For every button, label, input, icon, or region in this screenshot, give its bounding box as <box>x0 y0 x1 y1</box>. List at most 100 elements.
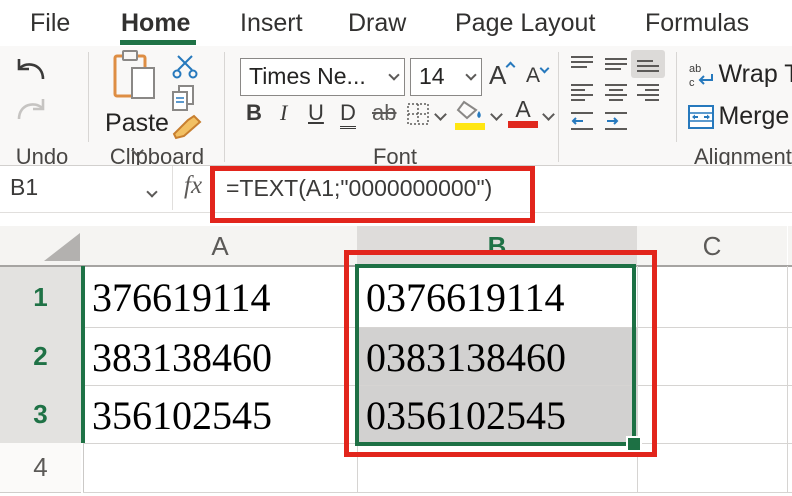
tab-draw[interactable]: Draw <box>348 9 406 38</box>
fill-color-swatch <box>455 123 485 130</box>
formula-annotation-box <box>210 166 535 223</box>
borders-button[interactable] <box>406 102 430 131</box>
middle-align-icon <box>604 54 628 74</box>
align-right-icon <box>636 82 660 104</box>
bold-button[interactable]: B <box>246 100 262 126</box>
fx-button[interactable]: fx <box>184 172 202 200</box>
paste-icon <box>112 50 158 102</box>
align-left-icon <box>570 82 594 104</box>
name-box[interactable]: B1 <box>0 166 173 210</box>
row-number-2: 2 <box>0 327 81 385</box>
borders-icon <box>406 102 430 126</box>
group-separator <box>676 52 677 142</box>
wrap-text-button[interactable]: ab c Wrap Text <box>688 60 792 92</box>
paste-button[interactable]: Paste <box>104 50 170 154</box>
tab-formulas[interactable]: Formulas <box>645 9 749 38</box>
tab-file[interactable]: File <box>30 9 70 38</box>
shrink-font-button[interactable]: A <box>526 64 548 88</box>
svg-text:ab: ab <box>689 63 701 75</box>
cut-button[interactable] <box>172 54 198 85</box>
font-size-combo[interactable]: 14 <box>410 58 482 96</box>
ribbon: Undo Paste <box>0 46 792 166</box>
underline-button[interactable]: U <box>308 100 324 126</box>
cell-a2[interactable]: 383138460 <box>92 331 272 383</box>
alignment-group-label: Alignment <box>694 144 792 166</box>
font-color-chevron-icon[interactable] <box>542 108 555 121</box>
format-painter-button[interactable] <box>172 114 204 145</box>
cell-a1[interactable]: 376619114 <box>92 271 271 323</box>
gridline-v <box>787 266 788 492</box>
column-header-partial[interactable] <box>788 226 792 266</box>
group-separator <box>88 52 89 142</box>
fill-color-chevron-icon[interactable] <box>490 108 503 121</box>
column-header-a[interactable]: A <box>83 226 357 266</box>
redo-button[interactable] <box>14 94 48 129</box>
wrap-text-icon: ab c <box>688 62 714 88</box>
clipboard-group-label: Clipboard <box>92 144 222 166</box>
top-align-icon <box>570 54 594 74</box>
grow-font-button[interactable]: A <box>489 60 514 91</box>
decrease-indent-button[interactable] <box>570 110 594 137</box>
select-all-triangle-icon <box>44 233 80 261</box>
font-group-label: Font <box>330 144 460 166</box>
merge-center-icon <box>688 105 714 129</box>
tab-insert[interactable]: Insert <box>240 9 303 38</box>
font-name-combo[interactable]: Times Ne... <box>240 58 405 96</box>
increase-indent-icon <box>604 110 628 132</box>
row-number-3: 3 <box>0 385 81 443</box>
strikethrough-button[interactable]: ab <box>372 100 396 126</box>
shrink-font-label: A <box>526 64 540 87</box>
font-size-value: 14 <box>419 63 445 90</box>
undo-icon <box>14 54 48 84</box>
align-right-button[interactable] <box>636 82 660 109</box>
align-center-icon <box>604 82 628 104</box>
font-size-chevron-icon[interactable] <box>465 69 476 80</box>
top-align-button[interactable] <box>570 54 594 79</box>
tab-home[interactable]: Home <box>121 9 190 38</box>
double-underline-button[interactable]: D <box>340 100 356 129</box>
name-box-chevron-icon[interactable] <box>146 186 157 197</box>
merge-center-button[interactable]: Merge & Center <box>688 102 792 134</box>
shrink-font-caret-icon <box>540 64 550 74</box>
align-center-button[interactable] <box>604 82 628 109</box>
borders-chevron-icon[interactable] <box>434 108 447 121</box>
cell-a3[interactable]: 356102545 <box>92 389 272 441</box>
merge-center-label: Merge & Center <box>718 102 792 130</box>
group-separator <box>224 52 225 162</box>
row-header-selection-bar <box>81 266 85 443</box>
bottom-align-button[interactable] <box>636 54 660 79</box>
fill-color-icon <box>455 100 483 120</box>
fill-color-button[interactable] <box>455 100 485 130</box>
row-number-1: 1 <box>0 267 81 327</box>
cut-icon <box>172 54 198 80</box>
decrease-indent-icon <box>570 110 594 132</box>
column-b-annotation-box <box>344 250 657 457</box>
group-separator <box>558 52 559 162</box>
align-left-button[interactable] <box>570 82 594 109</box>
svg-text:c: c <box>689 77 695 88</box>
copy-icon <box>170 84 196 112</box>
bottom-align-icon <box>636 54 660 74</box>
redo-icon <box>14 94 48 124</box>
undo-button[interactable] <box>14 54 48 89</box>
font-color-letter: A <box>508 96 538 123</box>
font-color-button[interactable]: A <box>508 96 538 128</box>
font-name-chevron-icon[interactable] <box>388 69 399 80</box>
font-name-value: Times Ne... <box>249 63 366 90</box>
excel-window: File Home Insert Draw Page Layout Formul… <box>0 0 792 496</box>
column-header-c[interactable]: C <box>637 226 787 266</box>
ribbon-tab-bar: File Home Insert Draw Page Layout Formul… <box>0 0 792 46</box>
gridline-h <box>83 492 792 493</box>
select-all-corner[interactable] <box>0 226 83 266</box>
increase-indent-button[interactable] <box>604 110 628 137</box>
name-box-value: B1 <box>10 174 38 201</box>
italic-button[interactable]: I <box>280 100 287 126</box>
copy-button[interactable] <box>170 84 196 117</box>
middle-align-button[interactable] <box>604 54 628 79</box>
grow-font-caret-icon <box>506 62 516 72</box>
format-painter-icon <box>172 114 204 140</box>
active-tab-underline <box>120 40 196 45</box>
tab-page-layout[interactable]: Page Layout <box>455 9 595 38</box>
grow-font-label: A <box>489 60 506 90</box>
undo-group-label: Undo <box>2 144 82 166</box>
